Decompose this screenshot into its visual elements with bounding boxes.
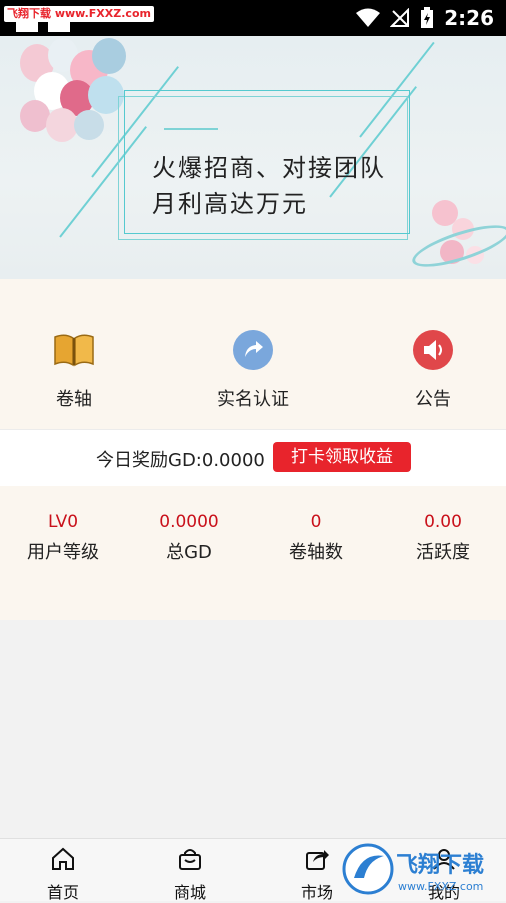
user-stats: LV0 用户等级 0.0000 总GD 0 卷轴数 0.00 活跃度 xyxy=(0,486,506,620)
book-icon xyxy=(53,329,95,371)
notification-icons xyxy=(16,22,76,32)
menu-label: 实名认证 xyxy=(217,389,289,410)
shopping-bag-icon xyxy=(179,849,201,870)
watermark-logo: 飞翔下载 www.FXXZ.com xyxy=(342,843,484,895)
battery-charging-icon xyxy=(421,7,434,28)
menu-item-verification[interactable]: 实名认证 xyxy=(205,329,301,411)
daily-reward-text: 今日奖励GD:0.0000 xyxy=(96,450,265,471)
stat-value: 0.00 xyxy=(424,512,462,532)
nav-label: 首页 xyxy=(46,883,79,902)
nav-label: 商城 xyxy=(173,883,206,902)
menu-item-announcement[interactable]: 公告 xyxy=(393,329,473,411)
stat-value: 0 xyxy=(310,512,322,532)
daily-reward-bar: 今日奖励GD:0.0000 打卡领取收益 xyxy=(0,429,506,487)
share-arrow-icon xyxy=(232,329,274,371)
menu-item-scroll[interactable]: 卷轴 xyxy=(34,329,114,411)
home-icon xyxy=(52,847,74,870)
stat-value: LV0 xyxy=(47,512,79,532)
watermark-label: 飞翔下载 www.FXXZ.com xyxy=(4,6,154,22)
wifi-icon xyxy=(356,8,381,27)
clock: 2:26 xyxy=(444,6,494,30)
speaker-icon xyxy=(412,329,454,371)
promo-banner[interactable]: 火爆招商、对接团队 月利高达万元 xyxy=(0,36,506,279)
banner-headline: 火爆招商、对接团队 xyxy=(152,154,386,182)
banner-subheadline: 月利高达万元 xyxy=(152,190,308,218)
stat-label: 卷轴数 xyxy=(289,542,343,563)
stat-label: 用户等级 xyxy=(27,542,99,563)
stat-activity: 0.00 活跃度 xyxy=(380,512,506,564)
menu-label: 公告 xyxy=(415,389,451,410)
nav-mall[interactable]: 商城 xyxy=(150,847,230,903)
quick-menu: 卷轴 实名认证 公告 xyxy=(0,279,506,429)
system-tray: 2:26 xyxy=(356,6,494,30)
watermark-brand: 飞翔下载 xyxy=(396,852,484,878)
stat-label: 活跃度 xyxy=(416,542,470,563)
stat-scroll-count: 0 卷轴数 xyxy=(253,512,379,564)
menu-label: 卷轴 xyxy=(56,389,92,410)
checkin-claim-button[interactable]: 打卡领取收益 xyxy=(273,442,411,472)
market-share-icon xyxy=(306,850,329,870)
stat-total-gd: 0.0000 总GD xyxy=(126,512,252,564)
stat-value: 0.0000 xyxy=(159,512,219,532)
watermark-url: www.FXXZ.com xyxy=(398,880,483,893)
status-bar: 飞翔下载 www.FXXZ.com 2:26 xyxy=(0,0,506,36)
nav-home[interactable]: 首页 xyxy=(23,847,103,903)
no-signal-icon xyxy=(390,8,410,27)
stat-label: 总GD xyxy=(166,542,212,563)
stat-user-level: LV0 用户等级 xyxy=(0,512,126,564)
